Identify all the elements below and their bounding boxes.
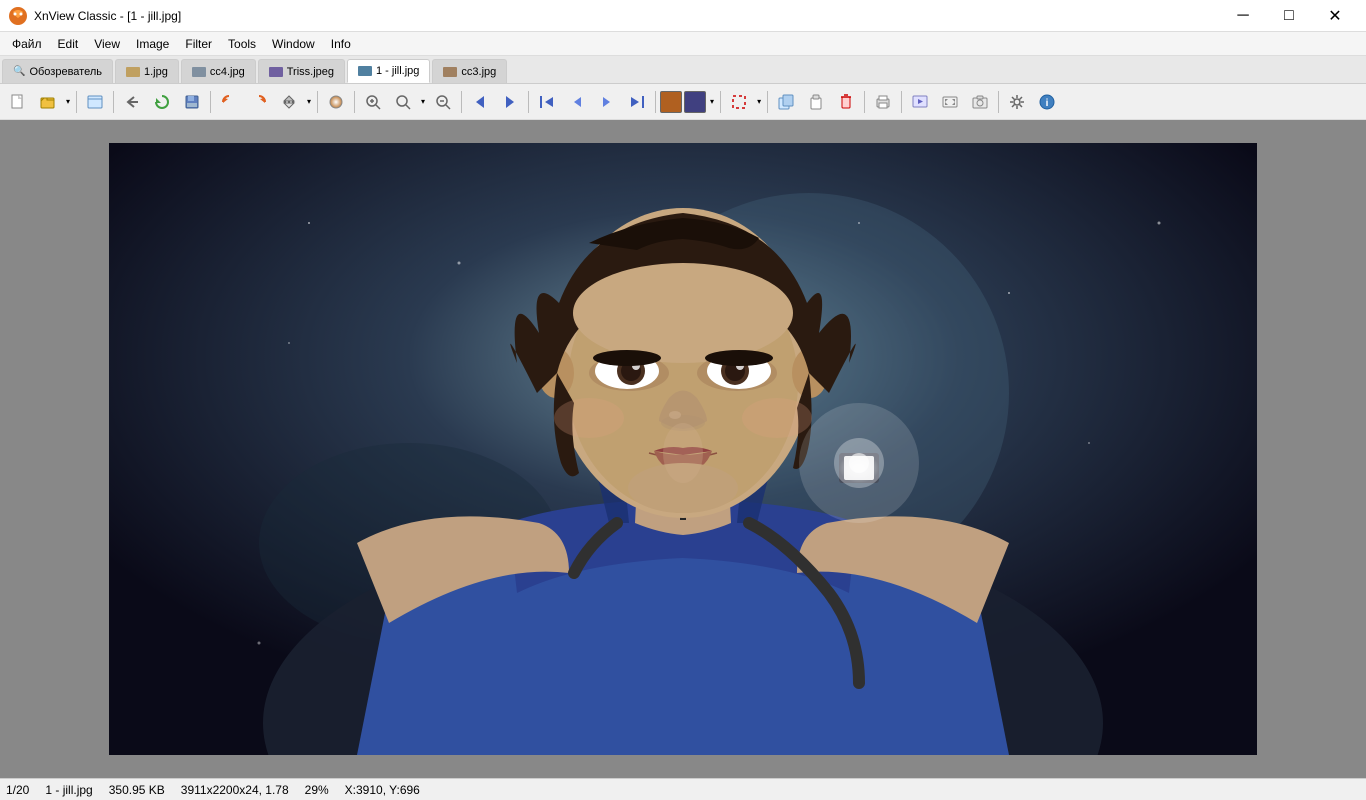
svg-text:i: i	[1046, 98, 1049, 109]
tab-browser-icon: 🔍	[13, 66, 25, 77]
sep13	[998, 91, 999, 113]
menu-tools[interactable]: Tools	[220, 35, 264, 53]
tab-cc4jpg-thumb	[192, 67, 206, 77]
sep4	[317, 91, 318, 113]
toolbar-capture-button[interactable]	[966, 88, 994, 116]
toolbar-color-button[interactable]	[322, 88, 350, 116]
tab-cc3jpg[interactable]: cc3.jpg	[432, 59, 507, 83]
tab-1jpg[interactable]: 1.jpg	[115, 59, 179, 83]
close-button[interactable]: ✕	[1312, 0, 1358, 32]
sep1	[76, 91, 77, 113]
menu-bar: Файл Edit View Image Filter Tools Window…	[0, 32, 1366, 56]
window-controls: ─ □ ✕	[1220, 0, 1358, 32]
sep3	[210, 91, 211, 113]
toolbar-delete-button[interactable]	[832, 88, 860, 116]
status-zoom: 29%	[305, 783, 329, 797]
toolbar-fullscreen-button[interactable]	[936, 88, 964, 116]
flip-arrow[interactable]: ▾	[305, 97, 313, 106]
tab-trissjpeg[interactable]: Triss.jpeg	[258, 59, 345, 83]
toolbar-rotate-ccw-button[interactable]	[215, 88, 243, 116]
toolbar-nav-back-button[interactable]	[466, 88, 494, 116]
menu-filter[interactable]: Filter	[177, 35, 220, 53]
color-arrow[interactable]: ▾	[708, 97, 716, 106]
status-filename: 1 - jill.jpg	[45, 783, 92, 797]
sep12	[901, 91, 902, 113]
toolbar-browse-button[interactable]	[81, 88, 109, 116]
tab-jilljpg-label: 1 - jill.jpg	[376, 65, 419, 77]
tab-browser-label: Обозреватель	[29, 66, 102, 78]
toolbar-copy-button[interactable]	[772, 88, 800, 116]
tab-jilljpg[interactable]: 1 - jill.jpg	[347, 59, 430, 83]
toolbar-rotate-cw-button[interactable]	[245, 88, 273, 116]
toolbar-open-button[interactable]	[34, 88, 62, 116]
menu-image[interactable]: Image	[128, 35, 177, 53]
tab-cc3jpg-label: cc3.jpg	[461, 66, 496, 78]
sep8	[655, 91, 656, 113]
toolbar-zoom-dropdown-button[interactable]	[389, 88, 417, 116]
sep9	[720, 91, 721, 113]
toolbar: ▾ ▾ ▾	[0, 84, 1366, 120]
toolbar-back-button[interactable]	[118, 88, 146, 116]
toolbar-info-button[interactable]: i	[1033, 88, 1061, 116]
toolbar-last-button[interactable]	[623, 88, 651, 116]
status-bar: 1/20 1 - jill.jpg 350.95 KB 3911x2200x24…	[0, 778, 1366, 800]
open-arrow[interactable]: ▾	[64, 97, 72, 106]
menu-edit[interactable]: Edit	[50, 35, 87, 53]
menu-view[interactable]: View	[86, 35, 128, 53]
status-dimensions: 3911x2200x24, 1.78	[181, 783, 289, 797]
tab-trissjpeg-thumb	[269, 67, 283, 77]
status-coords: X:3910, Y:696	[345, 783, 420, 797]
sep10	[767, 91, 768, 113]
title-bar: XnView Classic - [1 - jill.jpg] ─ □ ✕	[0, 0, 1366, 32]
toolbar-color-bg[interactable]	[684, 91, 706, 113]
toolbar-select-button[interactable]	[725, 88, 753, 116]
menu-window[interactable]: Window	[264, 35, 323, 53]
select-arrow[interactable]: ▾	[755, 97, 763, 106]
sep11	[864, 91, 865, 113]
tab-1jpg-thumb	[126, 67, 140, 77]
sep7	[528, 91, 529, 113]
window-title: XnView Classic - [1 - jill.jpg]	[34, 9, 1220, 23]
tab-browser[interactable]: 🔍 Обозреватель	[2, 59, 113, 83]
minimize-button[interactable]: ─	[1220, 0, 1266, 32]
menu-info[interactable]: Info	[323, 35, 359, 53]
toolbar-prev-button[interactable]	[563, 88, 591, 116]
main-area	[0, 120, 1366, 778]
toolbar-save-button[interactable]	[178, 88, 206, 116]
toolbar-refresh-button[interactable]	[148, 88, 176, 116]
toolbar-zoom-out-button[interactable]	[429, 88, 457, 116]
toolbar-flip-button[interactable]	[275, 88, 303, 116]
toolbar-first-button[interactable]	[533, 88, 561, 116]
toolbar-color-fg[interactable]	[660, 91, 682, 113]
tab-cc4jpg-label: cc4.jpg	[210, 66, 245, 78]
tab-1jpg-label: 1.jpg	[144, 66, 168, 78]
zoom-arrow[interactable]: ▾	[419, 97, 427, 106]
app-icon	[8, 6, 28, 26]
sep6	[461, 91, 462, 113]
image-container	[109, 143, 1257, 755]
sep5	[354, 91, 355, 113]
toolbar-print-button[interactable]	[869, 88, 897, 116]
image-display	[109, 143, 1257, 755]
toolbar-new-button[interactable]	[4, 88, 32, 116]
toolbar-nav-forward-button[interactable]	[496, 88, 524, 116]
status-position: 1/20	[6, 783, 29, 797]
tab-bar: 🔍 Обозреватель 1.jpg cc4.jpg Triss.jpeg …	[0, 56, 1366, 84]
sep2	[113, 91, 114, 113]
toolbar-settings-button[interactable]	[1003, 88, 1031, 116]
toolbar-slideshow-button[interactable]	[906, 88, 934, 116]
tab-jilljpg-thumb	[358, 66, 372, 76]
menu-file[interactable]: Файл	[4, 35, 50, 53]
tab-cc4jpg[interactable]: cc4.jpg	[181, 59, 256, 83]
toolbar-zoom-in-button[interactable]	[359, 88, 387, 116]
tab-trissjpeg-label: Triss.jpeg	[287, 66, 334, 78]
maximize-button[interactable]: □	[1266, 0, 1312, 32]
status-filesize: 350.95 KB	[109, 783, 165, 797]
toolbar-paste-button[interactable]	[802, 88, 830, 116]
tab-cc3jpg-thumb	[443, 67, 457, 77]
toolbar-next-button[interactable]	[593, 88, 621, 116]
